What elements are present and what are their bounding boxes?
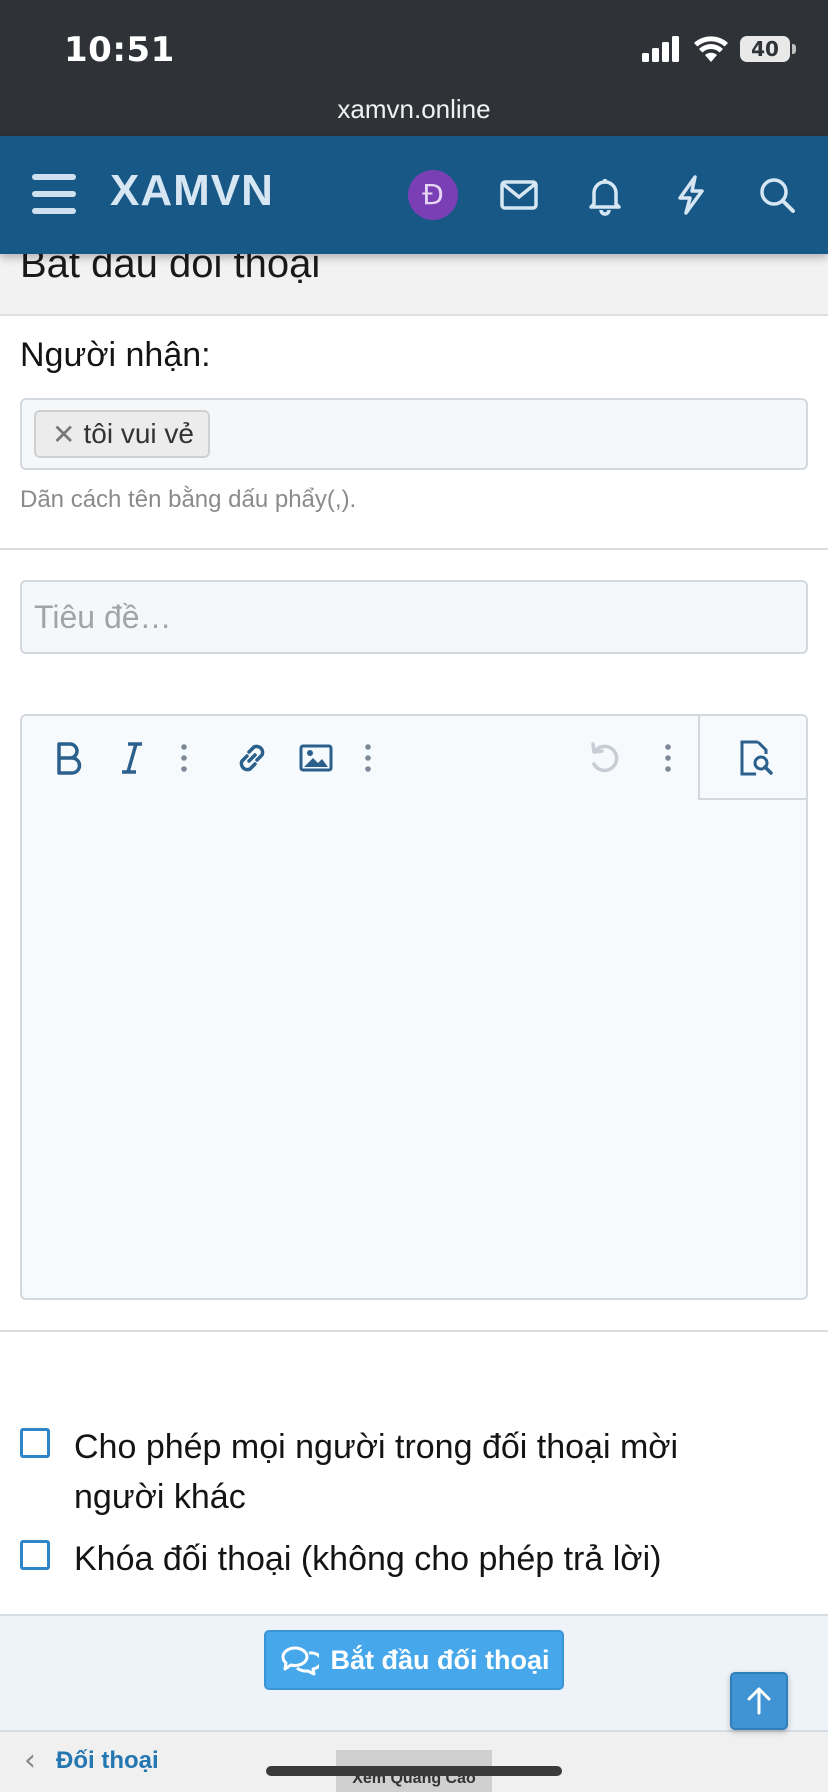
browser-url[interactable]: xamvn.online — [0, 94, 828, 125]
recipient-input[interactable]: ✕ tôi vui vẻ — [20, 398, 808, 470]
image-icon[interactable] — [294, 736, 338, 780]
lock-conversation-label[interactable]: Khóa đối thoại (không cho phép trả lời) — [74, 1534, 774, 1584]
status-time: 10:51 — [64, 30, 175, 70]
form-submit-row: Bắt đầu đối thoại — [0, 1614, 828, 1732]
recipient-hint: Dãn cách tên bằng dấu phẩy(,). — [20, 486, 357, 513]
bell-icon[interactable] — [582, 172, 628, 218]
preview-button[interactable] — [698, 716, 806, 800]
message-editor — [20, 714, 808, 1300]
status-bar: 10:51 40 xamvn.online — [0, 0, 828, 136]
remove-token-icon[interactable]: ✕ — [52, 418, 75, 451]
breadcrumb-conversations[interactable]: Đối thoại — [56, 1747, 159, 1775]
more-icon[interactable] — [646, 736, 690, 780]
page-title-bar: Bắt đầu đối thoại — [0, 254, 828, 316]
breadcrumb[interactable]: ‹ Đối thoại — [24, 1746, 159, 1776]
section-divider — [0, 548, 828, 550]
scroll-to-top-button[interactable] — [730, 1672, 788, 1730]
page-title: Bắt đầu đối thoại — [20, 254, 321, 286]
bolt-icon[interactable] — [668, 172, 714, 218]
bold-icon[interactable] — [46, 736, 90, 780]
option-allow-invite[interactable]: Cho phép mọi người trong đối thoại mời n… — [20, 1422, 774, 1522]
lock-conversation-checkbox[interactable] — [20, 1540, 50, 1570]
conversation-icon — [280, 1646, 319, 1676]
allow-invite-checkbox[interactable] — [20, 1428, 50, 1458]
allow-invite-label[interactable]: Cho phép mọi người trong đối thoại mời n… — [74, 1422, 774, 1522]
home-indicator — [266, 1766, 562, 1776]
editor-toolbar — [22, 716, 806, 800]
site-logo[interactable]: XAMVN — [110, 166, 274, 216]
chevron-left-icon: ‹ — [24, 1743, 36, 1778]
signal-icon — [642, 36, 679, 62]
start-conversation-button[interactable]: Bắt đầu đối thoại — [264, 1630, 564, 1690]
page: 10:51 40 xamvn.online XAMVN Đ Bắt đầu đố… — [0, 0, 828, 1792]
editor-content-area[interactable] — [22, 802, 806, 1298]
arrow-up-icon — [747, 1687, 771, 1715]
wifi-icon — [694, 36, 728, 62]
search-icon[interactable] — [754, 172, 800, 218]
link-icon[interactable] — [230, 736, 274, 780]
title-input[interactable] — [20, 580, 808, 654]
footer-breadcrumb-bar: ‹ Đối thoại Xem Quảng Cáo — [0, 1732, 828, 1792]
system-icons: 40 — [642, 34, 796, 64]
section-divider — [0, 1330, 828, 1332]
recipient-token-label: tôi vui vẻ — [83, 418, 194, 449]
more-icon[interactable] — [162, 736, 206, 780]
menu-icon[interactable] — [32, 174, 76, 214]
start-conversation-label: Bắt đầu đối thoại — [330, 1644, 550, 1675]
more-icon[interactable] — [346, 736, 390, 780]
preview-icon — [732, 736, 776, 780]
recipient-token: ✕ tôi vui vẻ — [34, 410, 210, 458]
recipient-label: Người nhận: — [20, 336, 211, 374]
undo-icon[interactable] — [582, 736, 626, 780]
option-lock-conversation[interactable]: Khóa đối thoại (không cho phép trả lời) — [20, 1534, 774, 1584]
italic-icon[interactable] — [110, 736, 154, 780]
avatar[interactable]: Đ — [408, 170, 458, 220]
mail-icon[interactable] — [496, 172, 542, 218]
battery-indicator: 40 — [740, 36, 796, 62]
app-header: XAMVN Đ — [0, 136, 828, 254]
